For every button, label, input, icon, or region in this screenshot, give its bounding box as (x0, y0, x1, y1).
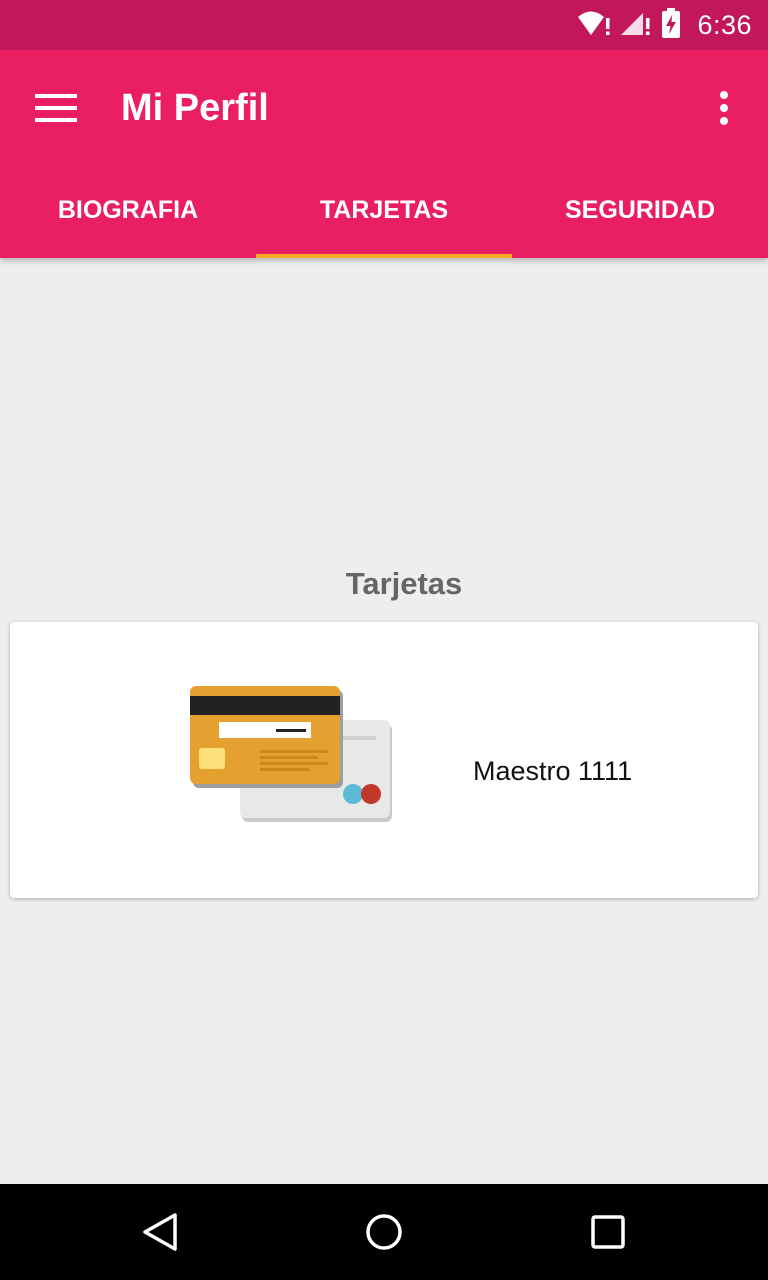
tab-seguridad[interactable]: SEGURIDAD (512, 162, 768, 258)
menu-icon[interactable] (24, 80, 88, 136)
wifi-alert-icon (577, 9, 611, 42)
card-label: Maestro 1111 (473, 756, 633, 786)
recents-icon[interactable] (584, 1208, 632, 1256)
status-icons: 6:36 (577, 0, 752, 50)
tab-biografia[interactable]: BIOGRAFIA (0, 162, 256, 258)
home-icon[interactable] (360, 1208, 408, 1256)
section-title: Tarjetas (345, 566, 463, 601)
battery-charging-icon (661, 7, 681, 43)
status-bar: 6:36 (0, 0, 768, 50)
status-time: 6:36 (697, 9, 752, 40)
signal-alert-icon (621, 9, 651, 42)
navigation-bar (0, 1184, 768, 1280)
card-list-item[interactable]: Maestro 1111 (10, 622, 758, 898)
more-vert-icon[interactable] (700, 80, 748, 136)
back-icon[interactable] (136, 1208, 184, 1256)
tab-bar: BIOGRAFIA TARJETAS SEGURIDAD (0, 162, 768, 258)
app-bar: Mi Perfil BIOGRAFIA TARJETAS SEGURIDAD (0, 50, 768, 258)
credit-card-icon (180, 682, 396, 826)
page-title: Mi Perfil (121, 87, 269, 129)
tab-tarjetas[interactable]: TARJETAS (256, 162, 512, 258)
